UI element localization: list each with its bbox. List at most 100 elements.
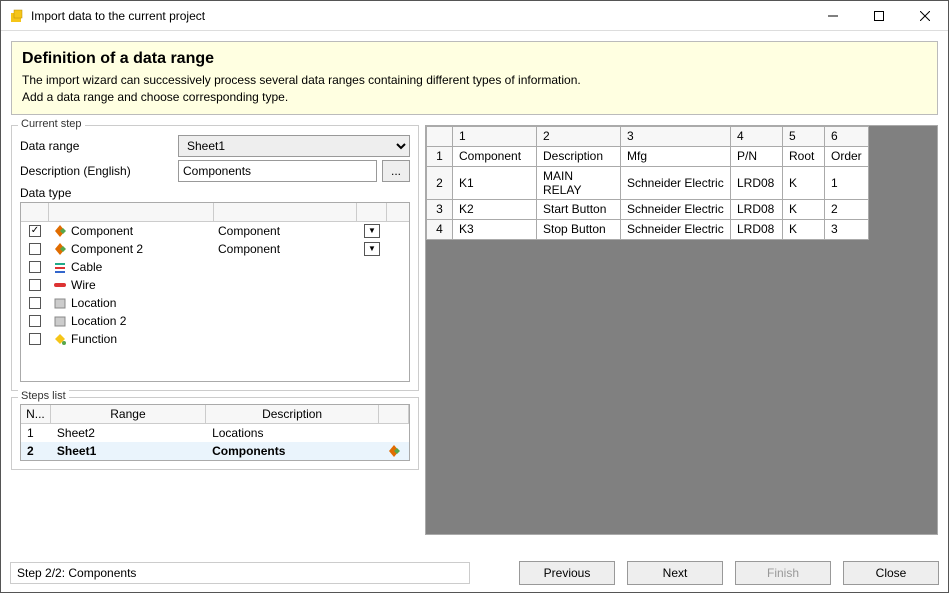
steps-header: N... Range Description <box>21 405 409 424</box>
type-name: Function <box>71 332 117 346</box>
data-type-row[interactable]: Wire <box>21 276 409 294</box>
preview-cell[interactable]: Root <box>783 146 825 166</box>
close-button[interactable] <box>902 1 948 31</box>
comp-icon <box>53 224 67 238</box>
range-select[interactable]: Sheet1 <box>178 135 410 157</box>
row-header[interactable]: 2 <box>427 166 453 199</box>
type-name: Wire <box>71 278 96 292</box>
type-checkbox[interactable] <box>29 315 41 327</box>
data-type-row[interactable]: ✓ComponentComponent▼ <box>21 222 409 240</box>
preview-cell[interactable]: Stop Button <box>537 219 621 239</box>
type-checkbox[interactable] <box>29 243 41 255</box>
type-checkbox[interactable] <box>29 279 41 291</box>
type-name: Cable <box>71 260 102 274</box>
comp-icon <box>387 444 401 458</box>
preview-cell[interactable]: 3 <box>825 219 869 239</box>
type-name: Location <box>71 296 116 310</box>
preview-cell[interactable]: Description <box>537 146 621 166</box>
description-more-button[interactable]: ... <box>382 160 410 182</box>
title-bar: Import data to the current project <box>1 1 948 31</box>
col-header[interactable]: 3 <box>621 126 731 146</box>
preview-cell[interactable]: Start Button <box>537 199 621 219</box>
preview-cell[interactable]: K3 <box>453 219 537 239</box>
preview-row[interactable]: 4K3Stop ButtonSchneider ElectricLRD08K3 <box>427 219 869 239</box>
data-type-header <box>21 203 409 222</box>
data-type-row[interactable]: Location <box>21 294 409 312</box>
dropdown-icon[interactable]: ▼ <box>364 242 380 256</box>
type-checkbox[interactable] <box>29 261 41 273</box>
col-header[interactable]: 6 <box>825 126 869 146</box>
preview-cell[interactable]: K1 <box>453 166 537 199</box>
comp-icon <box>53 242 67 256</box>
data-type-label: Data type <box>20 186 410 200</box>
data-type-row[interactable]: Component 2 Component ▼ <box>21 240 409 258</box>
data-type-row[interactable]: Cable <box>21 258 409 276</box>
preview-cell[interactable]: LRD08 <box>731 166 783 199</box>
preview-cell[interactable]: K <box>783 166 825 199</box>
preview-cell[interactable]: Mfg <box>621 146 731 166</box>
next-button[interactable]: Next <box>627 561 723 585</box>
current-step-legend: Current step <box>18 118 85 130</box>
row-header[interactable]: 3 <box>427 199 453 219</box>
col-header[interactable]: 1 <box>453 126 537 146</box>
preview-cell[interactable]: LRD08 <box>731 199 783 219</box>
app-icon <box>9 8 25 24</box>
banner-heading: Definition of a data range <box>22 50 927 68</box>
steps-list-legend: Steps list <box>18 390 69 402</box>
range-label: Data range <box>20 139 178 153</box>
description-label: Description (English) <box>20 164 178 178</box>
preview-cell[interactable]: K <box>783 219 825 239</box>
previous-button[interactable]: Previous <box>519 561 615 585</box>
preview-row[interactable]: 3K2Start ButtonSchneider ElectricLRD08K2 <box>427 199 869 219</box>
minimize-button[interactable] <box>810 1 856 31</box>
type-checkbox[interactable]: ✓ <box>29 225 41 237</box>
preview-cell[interactable]: K <box>783 199 825 219</box>
preview-cell[interactable]: Schneider Electric <box>621 166 731 199</box>
preview-cell[interactable]: Component <box>453 146 537 166</box>
preview-cell[interactable]: MAIN RELAY <box>537 166 621 199</box>
preview-cell[interactable]: Schneider Electric <box>621 219 731 239</box>
func-icon <box>53 332 67 346</box>
preview-cell[interactable]: Schneider Electric <box>621 199 731 219</box>
type-name: Location 2 <box>71 314 126 328</box>
loc-icon <box>53 296 67 310</box>
finish-button[interactable]: Finish <box>735 561 831 585</box>
type-mapping: Component <box>214 242 357 256</box>
steps-row[interactable]: 2Sheet1Components <box>21 442 409 460</box>
banner-text2: Add a data range and choose correspondin… <box>22 89 927 106</box>
row-header[interactable]: 1 <box>427 146 453 166</box>
data-type-row[interactable]: Function <box>21 330 409 348</box>
data-type-row[interactable]: Location 2 <box>21 312 409 330</box>
type-checkbox[interactable] <box>29 297 41 309</box>
window-title: Import data to the current project <box>31 9 810 23</box>
row-header[interactable]: 4 <box>427 219 453 239</box>
banner-text1: The import wizard can successively proce… <box>22 72 927 89</box>
preview-cell[interactable]: 1 <box>825 166 869 199</box>
wizard-banner: Definition of a data range The import wi… <box>11 41 938 115</box>
preview-row[interactable]: 2K1MAIN RELAYSchneider ElectricLRD08K1 <box>427 166 869 199</box>
col-header[interactable]: 5 <box>783 126 825 146</box>
type-name: Component 2 <box>71 242 143 256</box>
preview-cell[interactable]: LRD08 <box>731 219 783 239</box>
type-checkbox[interactable] <box>29 333 41 345</box>
description-input[interactable] <box>178 160 377 182</box>
preview-cell[interactable]: Order <box>825 146 869 166</box>
col-header[interactable]: 4 <box>731 126 783 146</box>
type-mapping: Component <box>214 224 357 238</box>
preview-row[interactable]: 1ComponentDescriptionMfgP/NRootOrder <box>427 146 869 166</box>
dropdown-icon[interactable]: ▼ <box>364 224 380 238</box>
preview-cell[interactable]: P/N <box>731 146 783 166</box>
close-dialog-button[interactable]: Close <box>843 561 939 585</box>
preview-grid: 1234561ComponentDescriptionMfgP/NRootOrd… <box>426 126 869 240</box>
wire-icon <box>53 278 67 292</box>
preview-cell[interactable]: 2 <box>825 199 869 219</box>
preview-pane: 1234561ComponentDescriptionMfgP/NRootOrd… <box>425 125 938 535</box>
steps-list-group: Steps list N... Range Description 1Sheet… <box>11 397 419 470</box>
maximize-button[interactable] <box>856 1 902 31</box>
preview-cell[interactable]: K2 <box>453 199 537 219</box>
col-header[interactable]: 2 <box>537 126 621 146</box>
loc-icon <box>53 314 67 328</box>
status-bar: Step 2/2: Components <box>10 562 470 584</box>
steps-row[interactable]: 1Sheet2Locations <box>21 424 409 442</box>
data-type-table: ✓ Component Component ▼ Component 2Component… <box>20 202 410 382</box>
